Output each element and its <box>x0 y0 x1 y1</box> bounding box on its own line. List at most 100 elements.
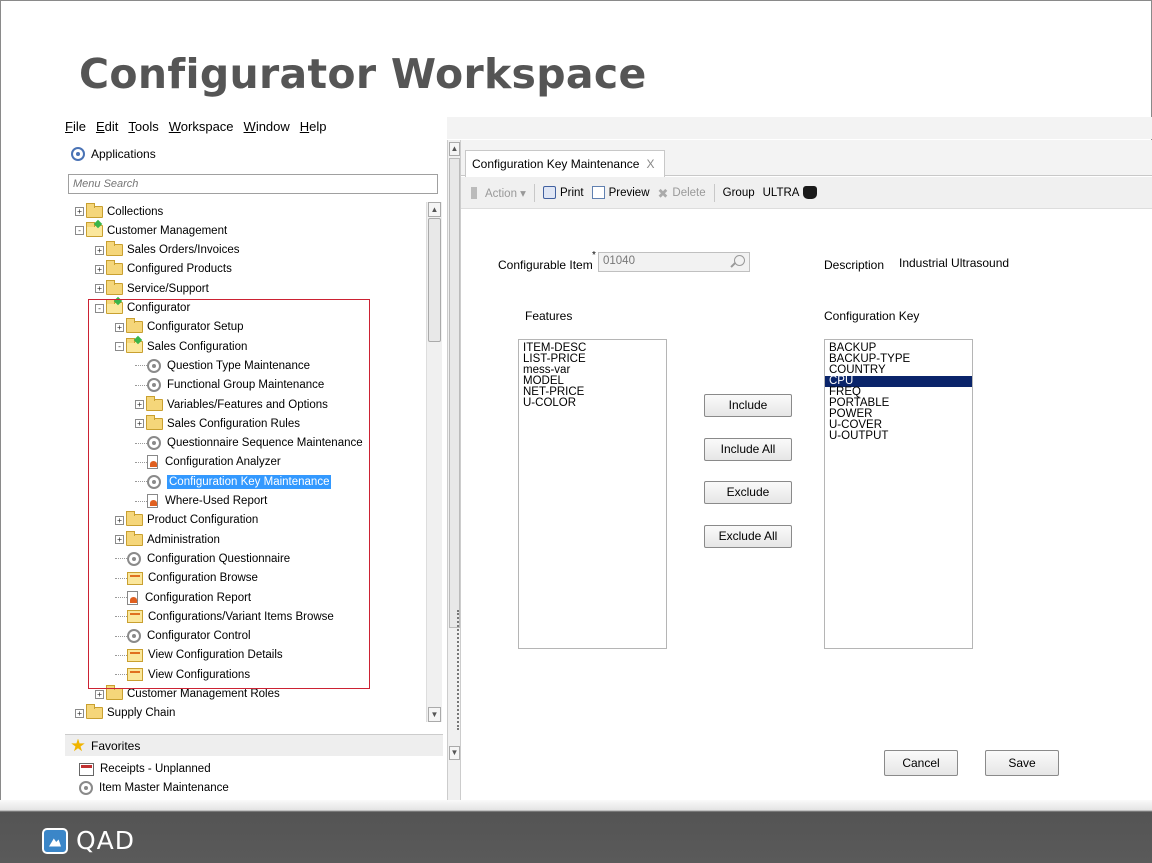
menu-workspace[interactable]: Workspace <box>169 117 234 139</box>
menu-file[interactable]: File <box>65 117 86 139</box>
configuration-key-listbox[interactable]: BACKUP BACKUP-TYPE COUNTRY CPU FREQ PORTABLE P… <box>824 339 973 649</box>
delete-x-icon: ✖ <box>657 186 669 201</box>
save-button[interactable]: Save <box>985 750 1059 776</box>
tree-item[interactable]: + Sales Orders/Invoices <box>95 241 240 260</box>
toolbar-separator <box>533 183 535 202</box>
scroll-down-icon[interactable]: ▼ <box>428 707 441 722</box>
maintenance-panel: Configuration Key Maintenance X Action ▾… <box>461 140 1152 800</box>
configurable-item-value: 01040 <box>603 255 635 267</box>
tree-item[interactable]: + Service/Support <box>95 279 209 298</box>
folder-open-icon <box>86 221 103 237</box>
preview-label: Preview <box>608 186 650 199</box>
configurable-item-field[interactable]: 01040 <box>598 252 750 272</box>
receipt-icon <box>79 762 94 776</box>
expand-icon[interactable]: + <box>95 689 104 699</box>
slide-title: Configurator Workspace <box>79 50 647 98</box>
applications-header[interactable]: Applications <box>65 144 447 164</box>
tree-item-label: Customer Management Roles <box>127 688 280 700</box>
tree-item-label: Service/Support <box>127 282 209 295</box>
folder-icon <box>86 202 103 218</box>
menu-tools[interactable]: Tools <box>128 117 158 139</box>
configurator-highlight-box <box>88 299 370 689</box>
toolbar-separator <box>713 183 715 202</box>
splitter-grip-handle[interactable] <box>457 610 460 730</box>
tree-item[interactable]: + Supply Chain <box>75 704 175 723</box>
applications-gear-icon <box>71 147 85 161</box>
collapse-icon[interactable]: - <box>75 226 84 236</box>
applications-panel: Applications + Collections - Customer Manag… <box>65 140 447 800</box>
tree-item[interactable]: - Customer Management <box>75 221 227 240</box>
tab-configuration-key-maintenance[interactable]: Configuration Key Maintenance X <box>465 150 665 177</box>
splitter-down-icon[interactable]: ▼ <box>449 746 460 760</box>
required-marker: * <box>592 250 596 261</box>
include-button[interactable]: Include <box>704 394 792 417</box>
tree-item-label: Configured Products <box>127 263 232 276</box>
toolbar-grip-icon <box>471 186 477 199</box>
menu-bar: File Edit Tools Workspace Window Help <box>65 117 447 139</box>
print-button[interactable]: Print <box>542 186 584 199</box>
panel-splitter[interactable]: ▲ ▼ <box>447 140 461 800</box>
features-listbox[interactable]: ITEM-DESC LIST-PRICE mess-var MODEL NET-PRIC… <box>518 339 667 649</box>
expand-icon[interactable]: + <box>95 284 104 294</box>
group-text: Group <box>722 186 755 199</box>
tree-item[interactable]: + Collections <box>75 202 163 221</box>
applications-label: Applications <box>91 147 156 161</box>
description-value: Industrial Ultrasound <box>899 256 1010 270</box>
tree-item[interactable]: + Configured Products <box>95 260 232 279</box>
binoculars-icon[interactable] <box>803 186 818 199</box>
star-icon <box>71 738 85 752</box>
group-label: Group <box>723 187 755 199</box>
qad-logo-icon <box>42 827 68 854</box>
preview-button[interactable]: Preview <box>591 186 650 199</box>
tree-scrollbar[interactable]: ▲ ▼ <box>426 202 442 722</box>
printer-icon <box>542 186 556 199</box>
folder-icon <box>106 685 123 700</box>
action-menu-button[interactable]: Action ▾ <box>485 186 526 200</box>
tree-item-label: Customer Management <box>107 224 228 237</box>
tree-item-label: Supply Chain <box>107 707 176 720</box>
configurable-item-label: Configurable Item <box>498 258 593 272</box>
group-value-text: ULTRA <box>762 186 800 199</box>
lookup-search-icon[interactable] <box>734 255 745 266</box>
folder-icon <box>86 704 103 720</box>
favorite-item[interactable]: Item Master Maintenance <box>79 779 229 797</box>
menu-edit[interactable]: Edit <box>96 117 118 139</box>
footer-band <box>0 800 1152 863</box>
tab-label: Configuration Key Maintenance <box>472 157 640 171</box>
cancel-button[interactable]: Cancel <box>884 750 958 776</box>
include-all-button[interactable]: Include All <box>704 438 792 461</box>
favorite-item[interactable]: Receipts - Unplanned <box>79 760 211 778</box>
splitter-thumb[interactable] <box>449 158 460 628</box>
menu-window[interactable]: Window <box>244 117 290 139</box>
favorites-label: Favorites <box>91 738 141 753</box>
tree-item-label: Collections <box>107 205 164 218</box>
expand-icon[interactable]: + <box>75 207 84 216</box>
favorites-header[interactable]: Favorites <box>65 734 443 756</box>
expand-icon[interactable]: + <box>95 264 104 274</box>
expand-icon[interactable]: + <box>95 245 104 255</box>
delete-label: Delete <box>672 186 706 199</box>
delete-button[interactable]: ✖ Delete <box>657 186 706 201</box>
menu-search-input[interactable] <box>68 174 438 194</box>
toolbar: Action ▾ Print Preview ✖ Delete Group UL… <box>461 177 1152 209</box>
expand-icon[interactable]: + <box>75 708 84 718</box>
folder-icon <box>106 260 123 276</box>
key-option[interactable]: U-OUTPUT <box>825 430 972 442</box>
configuration-key-label: Configuration Key <box>824 309 920 323</box>
tab-strip: Configuration Key Maintenance X <box>461 140 1152 177</box>
action-label: Action ▾ <box>485 187 526 200</box>
exclude-all-button[interactable]: Exclude All <box>704 525 792 548</box>
qad-logo-text: QAD <box>76 826 136 855</box>
scroll-up-icon[interactable]: ▲ <box>428 202 441 217</box>
tree-item-label: Sales Orders/Invoices <box>127 244 240 257</box>
exclude-button[interactable]: Exclude <box>704 481 792 504</box>
folder-icon <box>106 279 123 295</box>
close-icon[interactable]: X <box>646 157 654 171</box>
group-value: ULTRA <box>763 186 818 199</box>
splitter-up-icon[interactable]: ▲ <box>449 142 460 156</box>
menu-bar-background <box>447 117 1152 139</box>
feature-option[interactable]: U-COLOR <box>519 397 666 409</box>
menu-help[interactable]: Help <box>300 117 327 139</box>
features-label: Features <box>525 309 573 323</box>
scroll-thumb[interactable] <box>428 218 441 342</box>
